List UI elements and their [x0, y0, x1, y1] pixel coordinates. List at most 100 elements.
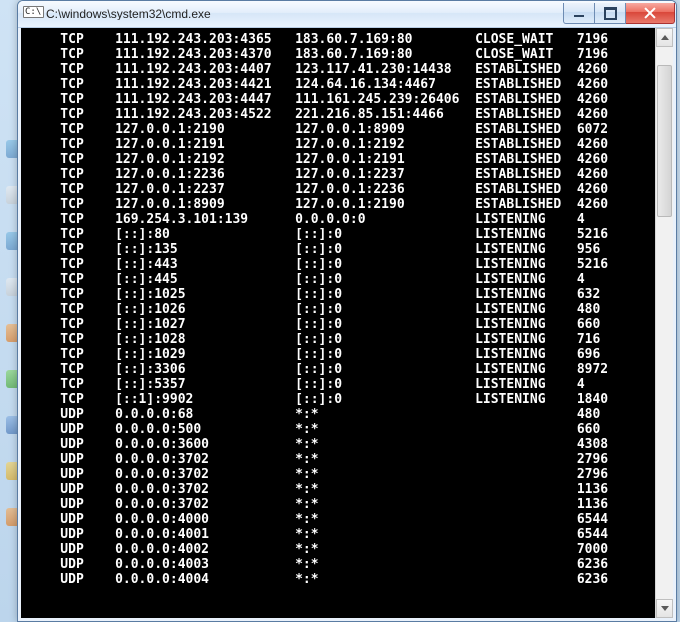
- col-foreign: [::]:0: [295, 272, 475, 287]
- row-indent: [29, 347, 60, 362]
- vertical-scrollbar[interactable]: [655, 28, 673, 618]
- col-proto: TCP: [60, 62, 115, 77]
- col-foreign: [::]:0: [295, 227, 475, 242]
- scroll-track[interactable]: [656, 47, 673, 599]
- col-pid: 2796: [577, 452, 608, 467]
- row-indent: [29, 77, 60, 92]
- netstat-row: UDP0.0.0.0:4004*:*6236: [29, 572, 651, 587]
- col-proto: TCP: [60, 392, 115, 407]
- col-local: [::]:1027: [115, 317, 295, 332]
- netstat-row: UDP0.0.0.0:4002*:*7000: [29, 542, 651, 557]
- col-state: ESTABLISHED: [475, 152, 577, 167]
- col-local: [::]:1025: [115, 287, 295, 302]
- col-pid: 4260: [577, 167, 608, 182]
- col-pid: 8972: [577, 362, 608, 377]
- scroll-up-button[interactable]: [656, 28, 673, 47]
- col-foreign: 127.0.0.1:2190: [295, 197, 475, 212]
- col-proto: TCP: [60, 302, 115, 317]
- row-indent: [29, 392, 60, 407]
- window-buttons: [563, 3, 675, 23]
- console-output[interactable]: TCP111.192.243.203:4365183.60.7.169:80CL…: [21, 28, 655, 618]
- col-state: CLOSE_WAIT: [475, 32, 577, 47]
- row-indent: [29, 572, 60, 587]
- col-pid: 4: [577, 377, 585, 392]
- netstat-row: TCP127.0.0.1:8909127.0.0.1:2190ESTABLISH…: [29, 197, 651, 212]
- col-foreign: 183.60.7.169:80: [295, 47, 475, 62]
- col-local: 111.192.243.203:4407: [115, 62, 295, 77]
- col-pid: 4260: [577, 197, 608, 212]
- col-proto: TCP: [60, 152, 115, 167]
- col-local: 0.0.0.0:4000: [115, 512, 295, 527]
- netstat-row: UDP0.0.0.0:68*:*480: [29, 407, 651, 422]
- netstat-row: UDP0.0.0.0:3702*:*2796: [29, 452, 651, 467]
- col-local: 127.0.0.1:8909: [115, 197, 295, 212]
- col-state: ESTABLISHED: [475, 62, 577, 77]
- col-foreign: [::]:0: [295, 362, 475, 377]
- row-indent: [29, 407, 60, 422]
- col-proto: UDP: [60, 572, 115, 587]
- netstat-row: TCP[::]:1027[::]:0LISTENING660: [29, 317, 651, 332]
- row-indent: [29, 62, 60, 77]
- window-title: C:\windows\system32\cmd.exe: [46, 8, 563, 20]
- col-foreign: [::]:0: [295, 257, 475, 272]
- col-local: 127.0.0.1:2236: [115, 167, 295, 182]
- col-foreign: *:*: [295, 572, 475, 587]
- col-local: [::]:443: [115, 257, 295, 272]
- netstat-row: UDP0.0.0.0:3702*:*2796: [29, 467, 651, 482]
- row-indent: [29, 302, 60, 317]
- row-indent: [29, 107, 60, 122]
- col-state: ESTABLISHED: [475, 182, 577, 197]
- col-pid: 4260: [577, 62, 608, 77]
- col-foreign: 0.0.0.0:0: [295, 212, 475, 227]
- col-foreign: 127.0.0.1:2237: [295, 167, 475, 182]
- col-pid: 7196: [577, 47, 608, 62]
- col-local: 127.0.0.1:2190: [115, 122, 295, 137]
- netstat-row: TCP[::]:80[::]:0LISTENING5216: [29, 227, 651, 242]
- scroll-down-button[interactable]: [656, 599, 673, 618]
- col-state: LISTENING: [475, 392, 577, 407]
- col-local: 127.0.0.1:2237: [115, 182, 295, 197]
- col-foreign: [::]:0: [295, 332, 475, 347]
- netstat-row: TCP[::]:3306[::]:0LISTENING8972: [29, 362, 651, 377]
- col-local: 0.0.0.0:3702: [115, 497, 295, 512]
- netstat-row: TCP[::]:1025[::]:0LISTENING632: [29, 287, 651, 302]
- scroll-thumb[interactable]: [657, 65, 672, 217]
- netstat-row: TCP127.0.0.1:2190127.0.0.1:8909ESTABLISH…: [29, 122, 651, 137]
- col-pid: 6544: [577, 512, 608, 527]
- row-indent: [29, 542, 60, 557]
- col-local: [::1]:9902: [115, 392, 295, 407]
- col-pid: 6236: [577, 572, 608, 587]
- col-pid: 4260: [577, 77, 608, 92]
- col-foreign: 124.64.16.134:4467: [295, 77, 475, 92]
- col-local: 0.0.0.0:3600: [115, 437, 295, 452]
- col-foreign: [::]:0: [295, 392, 475, 407]
- col-proto: TCP: [60, 137, 115, 152]
- row-indent: [29, 497, 60, 512]
- maximize-button[interactable]: [595, 3, 626, 24]
- row-indent: [29, 47, 60, 62]
- row-indent: [29, 452, 60, 467]
- col-local: [::]:1026: [115, 302, 295, 317]
- netstat-row: TCP111.192.243.203:4407123.117.41.230:14…: [29, 62, 651, 77]
- col-local: 0.0.0.0:3702: [115, 482, 295, 497]
- col-local: 169.254.3.101:139: [115, 212, 295, 227]
- col-pid: 4260: [577, 182, 608, 197]
- col-local: 111.192.243.203:4421: [115, 77, 295, 92]
- col-proto: TCP: [60, 377, 115, 392]
- row-indent: [29, 467, 60, 482]
- close-button[interactable]: [626, 3, 675, 24]
- netstat-row: TCP[::]:135[::]:0LISTENING956: [29, 242, 651, 257]
- col-pid: 956: [577, 242, 600, 257]
- col-proto: UDP: [60, 422, 115, 437]
- col-proto: TCP: [60, 257, 115, 272]
- col-foreign: [::]:0: [295, 377, 475, 392]
- netstat-row: TCP[::]:5357[::]:0LISTENING4: [29, 377, 651, 392]
- col-foreign: 127.0.0.1:2236: [295, 182, 475, 197]
- col-state: LISTENING: [475, 377, 577, 392]
- col-foreign: *:*: [295, 497, 475, 512]
- titlebar[interactable]: C:\windows\system32\cmd.exe: [18, 1, 676, 28]
- minimize-button[interactable]: [563, 3, 595, 24]
- col-local: [::]:3306: [115, 362, 295, 377]
- col-local: 0.0.0.0:500: [115, 422, 295, 437]
- col-state: LISTENING: [475, 362, 577, 377]
